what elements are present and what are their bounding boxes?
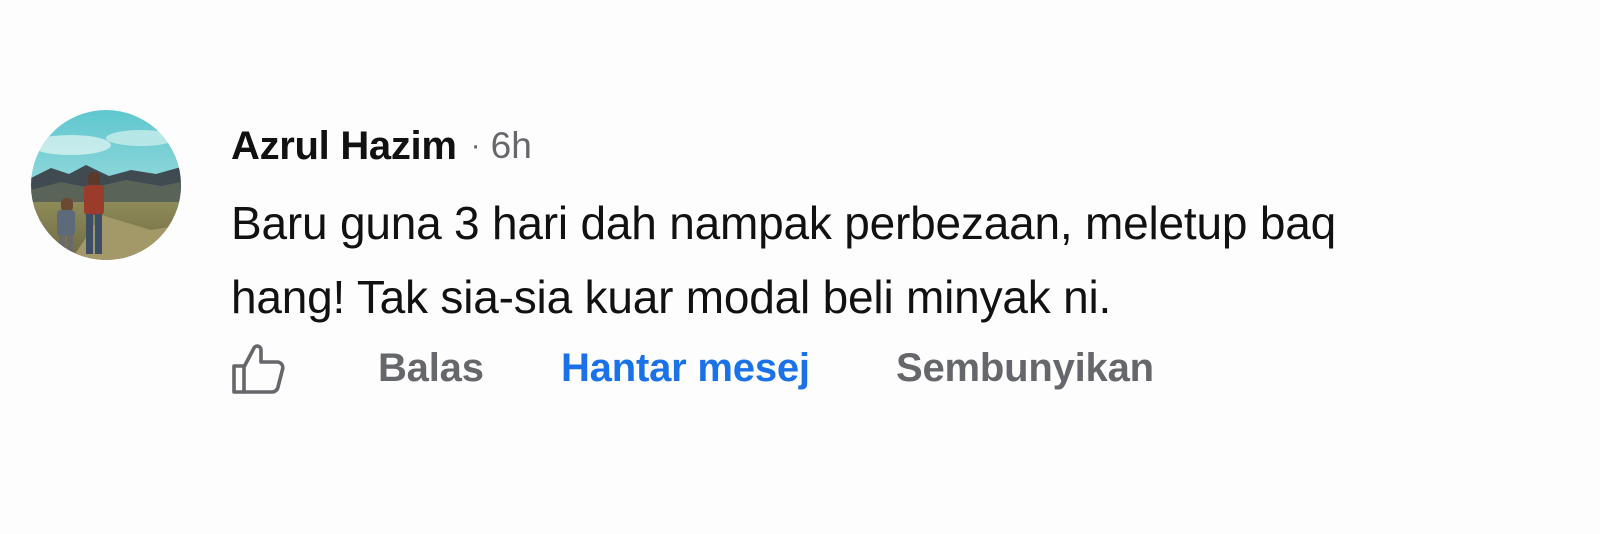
avatar[interactable] bbox=[31, 110, 181, 260]
author-name[interactable]: Azrul Hazim bbox=[231, 124, 457, 169]
avatar-photo bbox=[31, 110, 181, 260]
comment-actions: Balas Hantar mesej Sembunyikan bbox=[230, 338, 1230, 398]
comment-header: Azrul Hazim · 6h bbox=[231, 121, 532, 171]
timestamp[interactable]: 6h bbox=[491, 125, 532, 167]
comment: Azrul Hazim · 6h Baru guna 3 hari dah na… bbox=[0, 0, 1600, 534]
comment-text-line-1: Baru guna 3 hari dah nampak perbezaan, m… bbox=[231, 197, 1337, 249]
separator-dot: · bbox=[470, 129, 481, 162]
comment-text-line-2: hang! Tak sia-sia kuar modal beli minyak… bbox=[231, 271, 1112, 323]
hide-button[interactable]: Sembunyikan bbox=[896, 346, 1154, 391]
comment-text: Baru guna 3 hari dah nampak perbezaan, m… bbox=[231, 186, 1531, 334]
send-message-button[interactable]: Hantar mesej bbox=[561, 346, 810, 391]
thumbs-up-icon[interactable] bbox=[230, 340, 286, 396]
reply-button[interactable]: Balas bbox=[378, 346, 484, 391]
